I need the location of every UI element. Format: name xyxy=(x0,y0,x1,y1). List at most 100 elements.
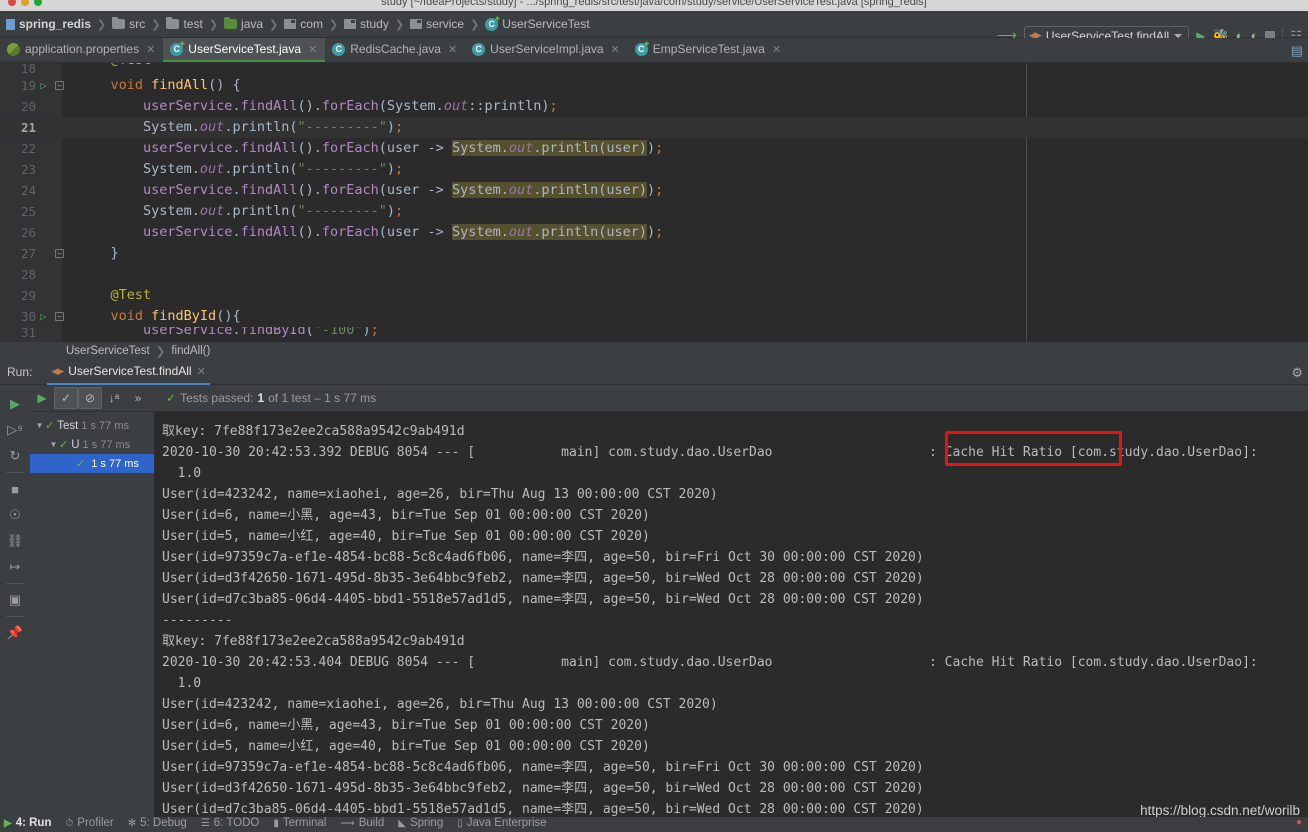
rerun-failed-icon[interactable]: ▷⁹ xyxy=(2,417,28,443)
breadcrumb-label: spring_redis xyxy=(19,17,92,31)
tab-label: application.properties xyxy=(25,42,140,56)
chevron-down-icon[interactable]: ▼ xyxy=(48,440,59,449)
tab-label: EmpServiceTest.java xyxy=(652,42,765,56)
breadcrumb-item-test[interactable]: test xyxy=(164,17,204,31)
fold-region-icon[interactable]: – xyxy=(55,81,64,90)
show-ignored-toggle[interactable]: ⊘ xyxy=(78,387,102,409)
expand-all-icon[interactable]: » xyxy=(126,387,150,409)
close-icon[interactable]: ✕ xyxy=(772,43,781,56)
breadcrumb-item-class[interactable]: C UserServiceTest xyxy=(483,17,591,31)
code-line: 24 userService.findAll().forEach(user ->… xyxy=(0,180,1308,201)
toolbar-divider xyxy=(6,616,24,617)
rerun-tests-icon[interactable]: ▶ xyxy=(30,387,54,409)
statusbar-item-profiler[interactable]: ⏱ Profiler xyxy=(65,817,113,829)
structure-view-icon[interactable]: ▤ xyxy=(1291,44,1303,57)
tab-redis-cache[interactable]: C RedisCache.java ✕ xyxy=(325,38,465,62)
package-icon xyxy=(410,19,423,29)
breadcrumb-class[interactable]: UserServiceTest xyxy=(66,345,150,357)
sort-alphabetically-icon[interactable]: ↓ᵃ xyxy=(102,387,126,409)
test-tree-row[interactable]: ▼ ✓ Test 1 s 77 ms xyxy=(30,416,154,435)
run-panel-label: Run: xyxy=(7,365,33,379)
code-line: 23 System.out.println("---------"); xyxy=(0,159,1308,180)
breadcrumb-label: src xyxy=(129,17,146,31)
package-icon xyxy=(284,19,297,29)
class-test-icon: C xyxy=(634,42,648,56)
stop-icon[interactable]: ■ xyxy=(2,476,28,502)
statusbar-label: 6: TODO xyxy=(213,817,260,829)
tab-label: UserServiceImpl.java xyxy=(490,42,604,56)
screenshot-icon[interactable]: ☉ xyxy=(2,502,28,528)
breadcrumb-item-module[interactable]: spring_redis xyxy=(4,17,93,31)
layout-icon[interactable]: ▣ xyxy=(2,587,28,613)
debug-icon: ✻ xyxy=(127,817,137,829)
statusbar-item-debug[interactable]: ✻ 5: Debug xyxy=(128,817,187,829)
test-tree[interactable]: ▼ ✓ Test 1 s 77 ms ▼ ✓ U 1 s 77 ms ✓ 1 s… xyxy=(30,412,154,817)
gear-icon[interactable]: ⚙ xyxy=(1291,365,1303,381)
run-icon: ▶ xyxy=(4,817,12,829)
pin-icon[interactable]: 📌 xyxy=(2,620,28,646)
code-line: 19 ▷ – void findAll() { xyxy=(0,75,1308,96)
breadcrumb-method[interactable]: findAll() xyxy=(171,345,210,357)
close-icon[interactable]: ✕ xyxy=(197,365,206,378)
line-number: 20 xyxy=(20,99,36,114)
breadcrumb-item-src[interactable]: src xyxy=(110,17,147,31)
export-icon[interactable]: ↦ xyxy=(2,554,28,580)
run-test-gutter-icon[interactable]: ▷ xyxy=(40,311,51,322)
breadcrumb-item-java[interactable]: java xyxy=(222,17,265,31)
statusbar-item-todo[interactable]: ☰ 6: TODO xyxy=(201,817,260,829)
close-icon[interactable]: ✕ xyxy=(611,43,620,56)
chevron-down-icon[interactable]: ▼ xyxy=(34,421,45,430)
package-icon xyxy=(344,19,357,29)
test-tree-label: U xyxy=(71,438,80,451)
statusbar-item-run[interactable]: ▶ 4: Run xyxy=(4,817,51,829)
fold-region-icon[interactable]: – xyxy=(55,249,64,258)
close-icon[interactable]: ✕ xyxy=(308,43,317,56)
run-tab-user-service-test-findall[interactable]: ◀▶ UserServiceTest.findAll ✕ xyxy=(47,360,210,385)
editor-breadcrumb: UserServiceTest ❯ findAll() xyxy=(0,342,1308,360)
class-test-icon: C xyxy=(170,42,184,56)
restart-icon[interactable]: ↻ xyxy=(2,443,28,469)
tab-user-service-impl[interactable]: C UserServiceImpl.java ✕ xyxy=(465,38,628,62)
run-test-gutter-icon[interactable]: ▷ xyxy=(40,80,51,91)
module-icon xyxy=(6,18,15,30)
show-passed-toggle[interactable]: ✓ xyxy=(54,387,78,409)
tab-emp-service-test[interactable]: C EmpServiceTest.java ✕ xyxy=(628,38,789,62)
event-log-item[interactable]: ● xyxy=(1296,817,1302,828)
console-line: 1.0 xyxy=(162,466,202,481)
breadcrumb-item-study[interactable]: study xyxy=(342,17,391,31)
statusbar-item-terminal[interactable]: ▮ Terminal xyxy=(273,817,326,829)
close-icon[interactable]: ✕ xyxy=(448,43,457,56)
breadcrumb-separator: ❯ xyxy=(269,18,279,31)
code-content: 18 @Test 19 ▷ – void findAll() { 20 user… xyxy=(0,63,1308,339)
run-config-icon: ◀▶ xyxy=(51,365,64,376)
breadcrumb-separator: ❯ xyxy=(97,18,107,31)
console-line: User(id=d7c3ba85-06d4-4405-bbd1-5518e57a… xyxy=(162,802,924,817)
breadcrumb-item-com[interactable]: com xyxy=(282,17,325,31)
fold-region-icon[interactable]: – xyxy=(55,312,64,321)
test-status-line: ✓ Tests passed: 1 of 1 test – 1 s 77 ms xyxy=(166,391,376,405)
statusbar-item-java-enterprise[interactable]: ▯ Java Enterprise xyxy=(457,817,546,829)
console-line: User(id=d3f42650-1671-495d-8b35-3e64bbc9… xyxy=(162,781,924,796)
breadcrumb-item-service[interactable]: service xyxy=(408,17,466,31)
test-tree-row[interactable]: ▼ ✓ U 1 s 77 ms xyxy=(30,435,154,454)
rerun-icon[interactable]: ▶ xyxy=(2,391,28,417)
test-duration: 1 s 77 ms xyxy=(81,419,129,432)
check-icon: ✓ xyxy=(59,439,69,451)
statusbar-right-group: ● xyxy=(1296,817,1302,828)
java-enterprise-icon: ▯ xyxy=(457,817,463,829)
breadcrumb-separator: ❯ xyxy=(328,18,339,31)
test-tree-row-selected[interactable]: ✓ 1 s 77 ms xyxy=(30,454,154,473)
code-editor[interactable]: 18 @Test 19 ▷ – void findAll() { 20 user… xyxy=(0,63,1308,342)
close-icon[interactable]: ✕ xyxy=(146,43,155,56)
statusbar-item-build[interactable]: ⟶ Build xyxy=(340,817,384,829)
line-number: 22 xyxy=(20,141,36,156)
tab-application-properties[interactable]: application.properties ✕ xyxy=(0,38,163,62)
tab-user-service-test[interactable]: C UserServiceTest.java ✕ xyxy=(163,38,326,62)
editor-tab-bar: application.properties ✕ C UserServiceTe… xyxy=(0,38,1308,63)
mute-breakpoints-icon[interactable]: ⛓ xyxy=(2,528,28,554)
statusbar-item-spring[interactable]: ◣ Spring xyxy=(398,817,443,829)
console-output[interactable]: 取key: 7fe88f173e2ee2ca588a9542c9ab491d 2… xyxy=(154,412,1308,817)
code-line: 31 userService.findById("-100"); xyxy=(0,327,1308,339)
statusbar-label: Build xyxy=(358,817,385,829)
build-icon: ⟶ xyxy=(340,817,355,829)
